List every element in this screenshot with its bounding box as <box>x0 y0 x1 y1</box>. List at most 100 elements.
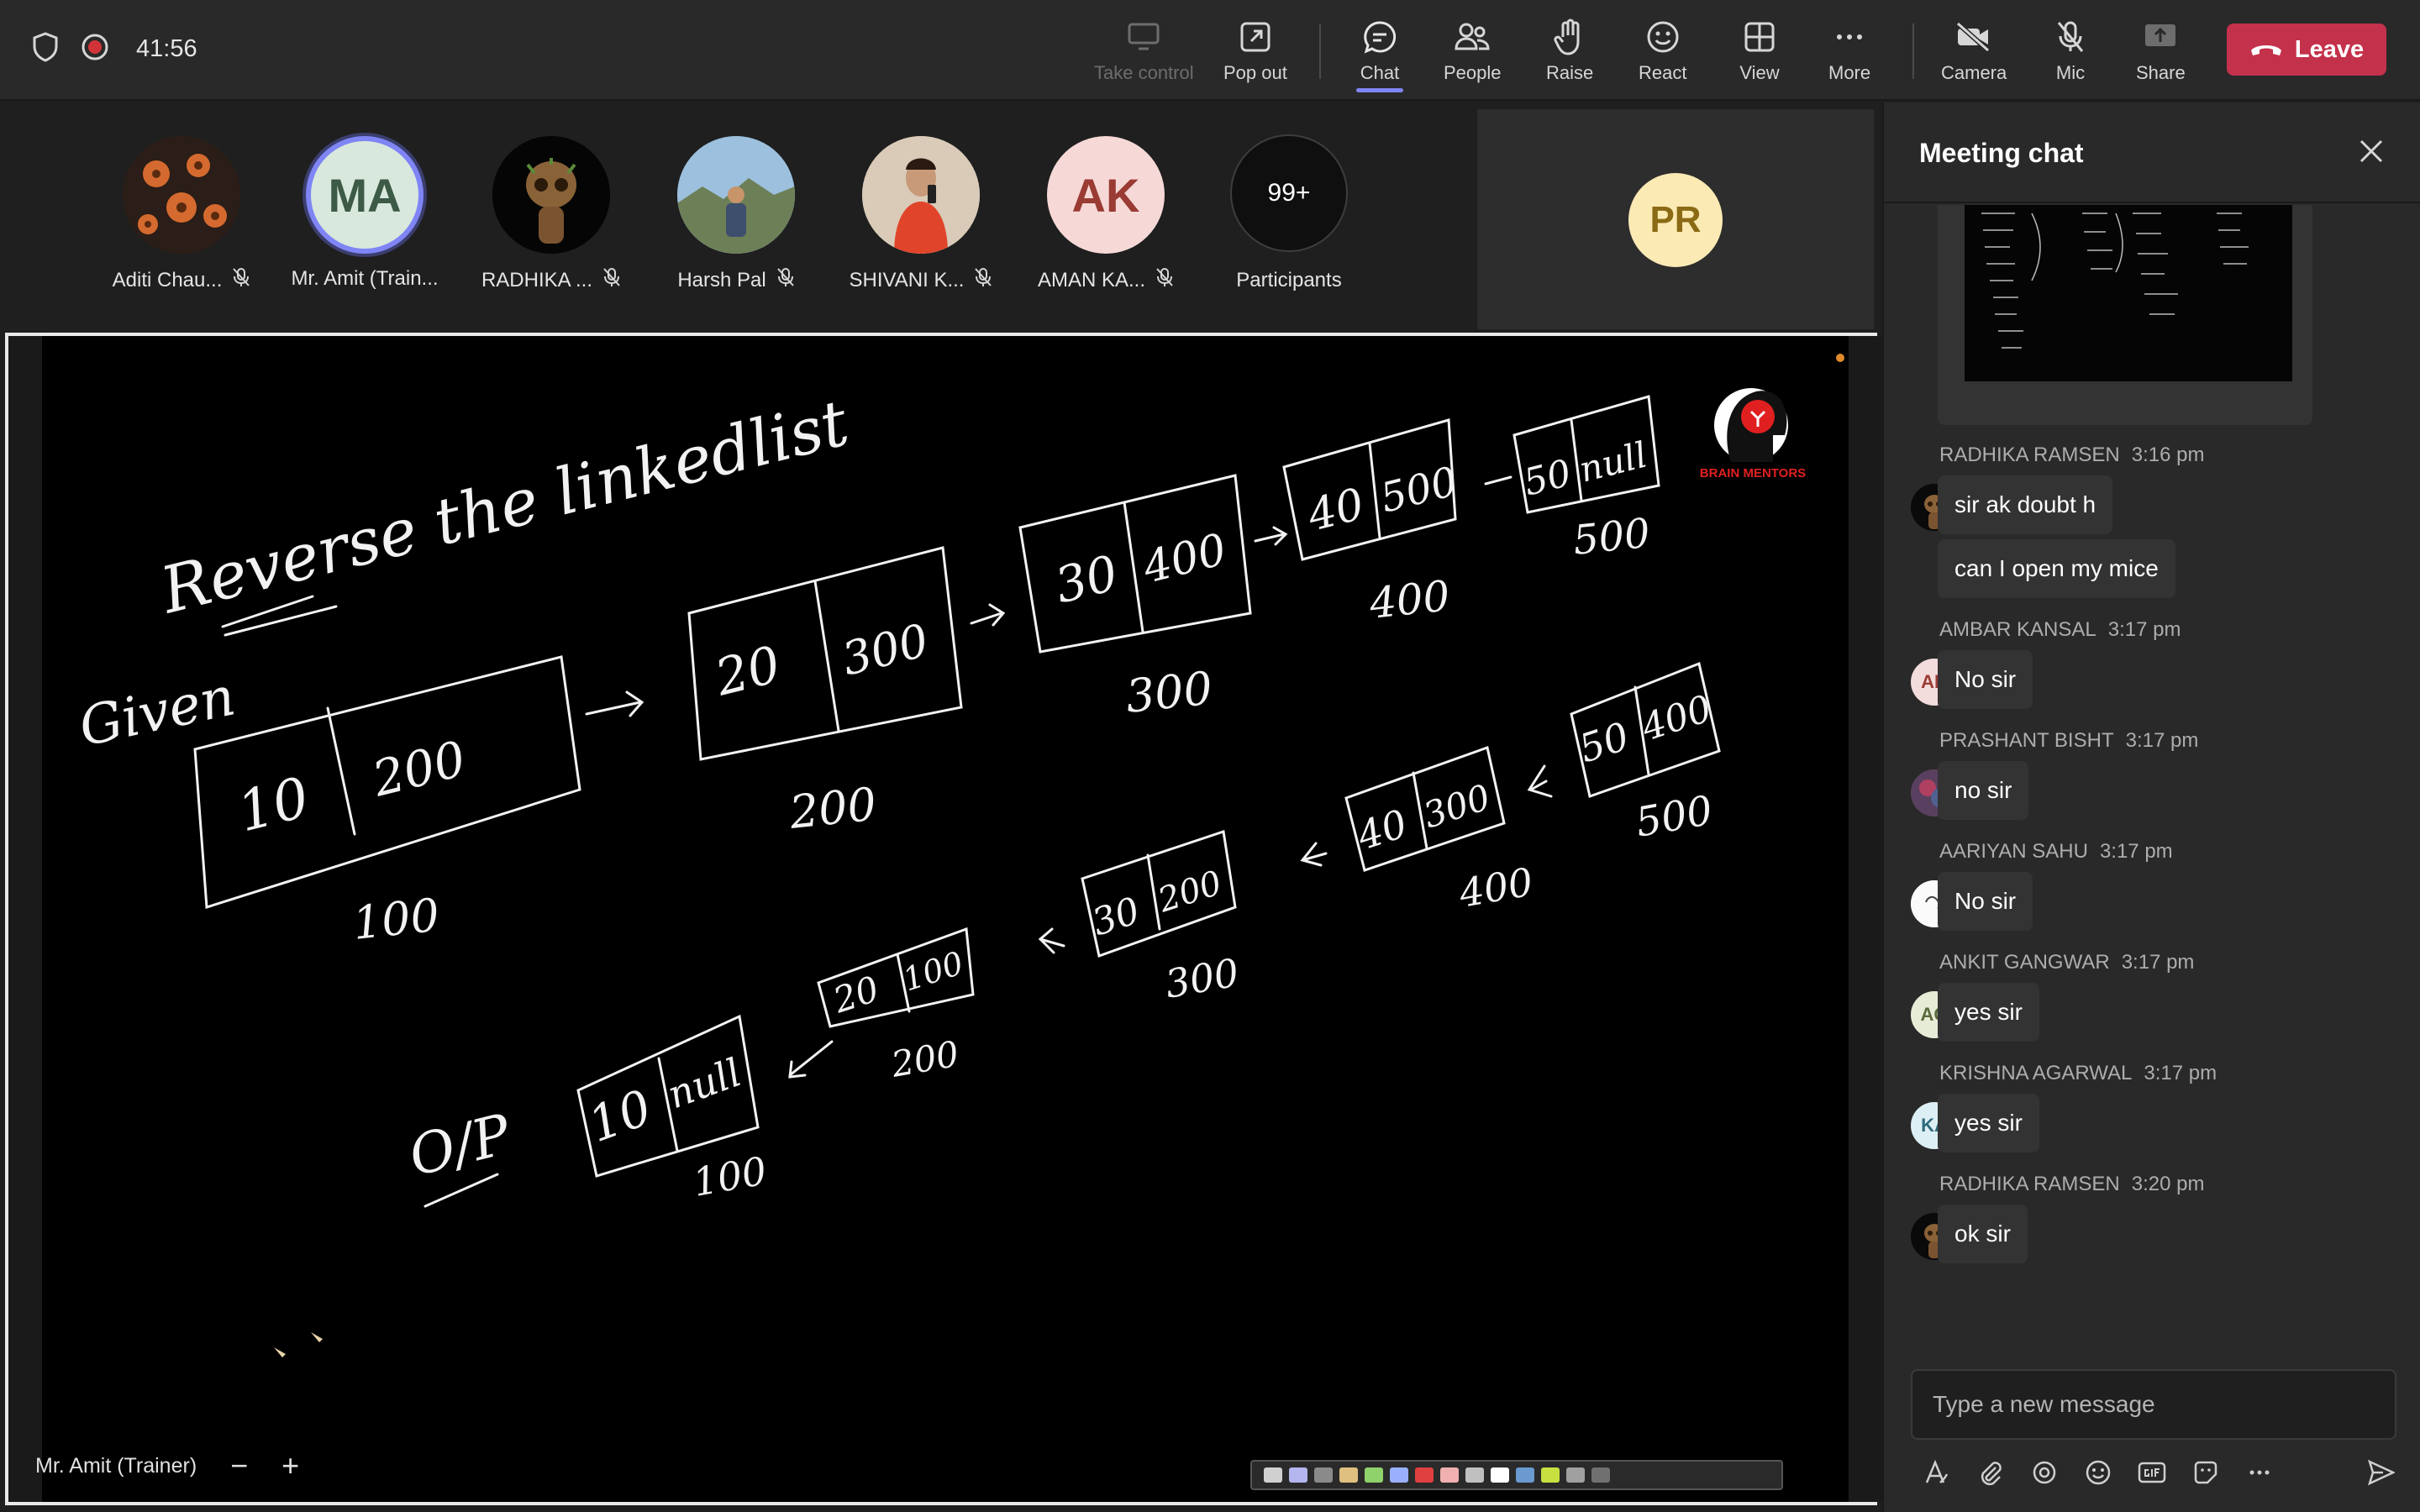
eraser-tool-icon[interactable] <box>1314 1467 1333 1483</box>
toolbar-divider <box>1912 24 1914 79</box>
note-tool-icon[interactable] <box>1491 1467 1509 1483</box>
emoji-icon[interactable] <box>2084 1458 2112 1487</box>
marker-tool-icon[interactable] <box>1365 1467 1383 1483</box>
shared-image[interactable] <box>1965 205 2292 381</box>
color-tool-icon[interactable] <box>1440 1467 1459 1483</box>
mic-button[interactable]: Mic <box>2050 17 2091 89</box>
compose-toolbar <box>1923 1450 2402 1495</box>
people-button[interactable]: People <box>1444 17 1502 89</box>
gif-icon[interactable] <box>2138 1458 2166 1487</box>
meeting-chat-panel: Meeting chat RADHIKA RAMSEN 3:16 pm sir … <box>1882 102 2420 1512</box>
grid-view-icon <box>1739 17 1780 57</box>
camera-button[interactable]: Camera <box>1941 17 2007 89</box>
react-button[interactable]: React <box>1639 17 1686 89</box>
node-addr: 200 <box>786 777 879 839</box>
message-bubble[interactable]: ok sir <box>1938 1205 2028 1263</box>
message-bubble[interactable]: sir ak doubt h <box>1938 475 2113 534</box>
message-sender: KRISHNA AGARWAL 3:17 pm <box>1939 1062 2217 1084</box>
whiteboard-toolbar <box>1250 1460 1783 1490</box>
message-input[interactable]: Type a new message <box>1911 1369 2396 1440</box>
recording-dot <box>1836 354 1844 362</box>
participant-tile[interactable]: Aditi Chau... <box>97 136 266 293</box>
leave-button[interactable]: Leave <box>2227 24 2386 76</box>
message-bubble[interactable]: no sir <box>1938 761 2029 820</box>
node-data: 50 <box>1519 452 1576 505</box>
participant-avatar <box>123 136 240 254</box>
participant-avatar: MA <box>306 136 424 254</box>
select-tool-icon[interactable] <box>1465 1467 1484 1483</box>
message-sender: RADHIKA RAMSEN 3:20 pm <box>1939 1173 2205 1195</box>
text-tool-icon[interactable] <box>1390 1467 1408 1483</box>
node-next: 200 <box>366 730 471 808</box>
node-addr: 300 <box>1123 661 1215 722</box>
share-button[interactable]: Share <box>2136 17 2186 89</box>
node-next: null <box>661 1049 747 1117</box>
mic-muted-icon <box>2050 17 2091 57</box>
more-button[interactable]: More <box>1828 17 1870 89</box>
chat-title: Meeting chat <box>1919 138 2084 168</box>
pop-out-button[interactable]: Pop out <box>1223 17 1287 89</box>
message-bubble[interactable]: No sir <box>1938 872 2033 931</box>
sticky-tool-icon[interactable] <box>1541 1467 1560 1483</box>
line-tool-icon[interactable] <box>1516 1467 1534 1483</box>
message-sender: AARIYAN SAHU 3:17 pm <box>1939 840 2173 863</box>
send-icon[interactable] <box>2366 1458 2395 1487</box>
participant-tile[interactable]: Harsh Pal <box>652 136 820 293</box>
meeting-toolbar: 41:56 Take control Pop out Chat People R… <box>0 0 2420 101</box>
format-icon[interactable] <box>1923 1458 1951 1487</box>
chat-button[interactable]: Chat <box>1356 17 1403 92</box>
sticker-icon[interactable] <box>2191 1458 2220 1487</box>
participant-tile[interactable]: AK AMAN KA... <box>1022 136 1190 293</box>
page-tool-icon[interactable] <box>1591 1467 1610 1483</box>
participant-tile[interactable]: SHIVANI K... <box>837 136 1005 293</box>
node-addr: 100 <box>690 1147 771 1205</box>
pen-tool-icon[interactable] <box>1264 1467 1282 1483</box>
self-video-tile: PR <box>1477 109 1874 329</box>
message-bubble[interactable]: can I open my mice <box>1938 539 2175 598</box>
message-bubble[interactable]: yes sir <box>1938 1094 2039 1152</box>
more-participants-button[interactable]: 99+ Participants <box>1205 134 1373 292</box>
participant-tile-active[interactable]: MA Mr. Amit (Train... <box>281 136 449 291</box>
node-addr: 500 <box>1570 510 1652 564</box>
zoom-in-button[interactable]: + <box>281 1448 299 1483</box>
chat-icon <box>1360 17 1400 57</box>
logo-text: BRAIN MENTORS <box>1700 466 1806 480</box>
node-addr: 100 <box>350 888 442 949</box>
self-avatar: PR <box>1628 173 1723 267</box>
node-next: 200 <box>1153 864 1227 921</box>
participant-strip: Aditi Chau... MA Mr. Amit (Train... RADH… <box>0 102 1476 329</box>
mic-muted-icon <box>776 267 795 293</box>
node-addr: 300 <box>1162 949 1243 1006</box>
view-button[interactable]: View <box>1739 17 1780 89</box>
participant-avatar <box>677 136 795 254</box>
brain-mentors-logo: BRAIN MENTORS <box>1700 388 1806 480</box>
ellipsis-icon <box>1829 17 1870 57</box>
raise-hand-button[interactable]: Raise <box>1546 17 1593 89</box>
node-next: 300 <box>837 614 934 686</box>
phone-hangup-icon <box>2249 36 2283 64</box>
mic-muted-icon <box>232 267 250 293</box>
highlighter-tool-icon[interactable] <box>1289 1467 1307 1483</box>
share-screen-icon <box>2140 17 2181 57</box>
presenter-label: Mr. Amit (Trainer) − + <box>35 1448 300 1483</box>
pointer-icon <box>274 1332 323 1357</box>
message-bubble[interactable]: yes sir <box>1938 983 2039 1042</box>
mic-muted-icon <box>1155 267 1174 293</box>
take-control-button[interactable]: Take control <box>1094 17 1194 89</box>
more-options-icon[interactable] <box>2245 1458 2274 1487</box>
node-next: 300 <box>1418 776 1495 836</box>
close-icon[interactable] <box>2356 136 2386 166</box>
message-bubble[interactable]: No sir <box>1938 650 2033 709</box>
settings-tool-icon[interactable] <box>1566 1467 1585 1483</box>
shape-tool-icon[interactable] <box>1415 1467 1434 1483</box>
zoom-out-button[interactable]: − <box>230 1448 248 1483</box>
shield-icon <box>32 32 59 66</box>
participant-tile[interactable]: RADHIKA ... <box>467 136 635 293</box>
attach-icon[interactable] <box>1976 1458 2005 1487</box>
loop-icon[interactable] <box>2030 1458 2059 1487</box>
image-message[interactable] <box>1938 205 2312 425</box>
hand-icon <box>1549 17 1590 57</box>
participant-count: 99+ <box>1230 134 1348 252</box>
pencil-tool-icon[interactable] <box>1339 1467 1358 1483</box>
chat-header: Meeting chat <box>1884 102 2420 203</box>
